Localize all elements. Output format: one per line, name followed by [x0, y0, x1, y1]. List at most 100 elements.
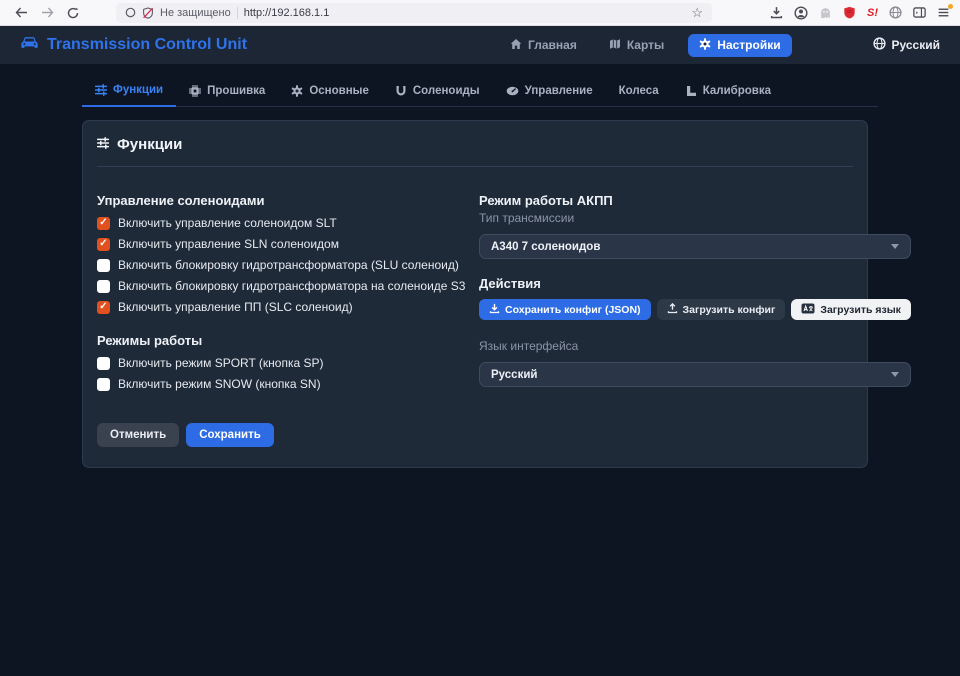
language-select[interactable]: Русский: [479, 362, 911, 387]
checkbox-label: Включить управление ПП (SLC соленоид): [118, 300, 353, 314]
checkbox-label: Включить режим SNOW (кнопка SN): [118, 377, 321, 391]
cancel-button[interactable]: Отменить: [97, 423, 179, 447]
checkbox-label: Включить режим SPORT (кнопка SP): [118, 356, 324, 370]
app-title: Transmission Control Unit: [47, 36, 247, 54]
reload-button[interactable]: [62, 3, 84, 23]
back-button[interactable]: [10, 3, 32, 23]
menu-button[interactable]: [937, 6, 950, 19]
load-config-label: Загрузить конфиг: [683, 304, 776, 316]
interface-language-label: Язык интерфейса: [479, 339, 911, 353]
ghost-extension-icon[interactable]: [819, 6, 832, 19]
language-icon: [801, 303, 815, 317]
magnet-icon: [395, 85, 407, 97]
settings-tab-label: Функции: [113, 84, 163, 96]
chevron-down-icon: [891, 372, 899, 377]
insecure-shield-icon[interactable]: [142, 7, 154, 19]
checkbox[interactable]: [97, 259, 110, 272]
load-language-label: Загрузить язык: [820, 304, 901, 316]
transmission-select[interactable]: A340 7 соленоидов: [479, 234, 911, 259]
upload-icon: [667, 303, 678, 317]
functions-card: Функции Управление соленоидами Включить …: [82, 120, 868, 468]
card-title: Функции: [117, 136, 182, 153]
checkbox[interactable]: [97, 280, 110, 293]
checkbox-row[interactable]: Включить блокировку гидротрансформатора …: [97, 279, 479, 293]
checkbox-label: Включить управление соленоидом SLT: [118, 216, 337, 230]
checkbox-row[interactable]: Включить блокировку гидротрансформатора …: [97, 258, 479, 272]
transmission-select-value: A340 7 соленоидов: [491, 241, 600, 253]
card-divider: [97, 166, 853, 167]
bookmark-star-icon[interactable]: ☆: [691, 6, 703, 19]
globe-icon: [873, 37, 886, 53]
settings-tab-label: Управление: [525, 85, 593, 97]
modes-group-title: Режимы работы: [97, 333, 479, 348]
checkbox[interactable]: [97, 357, 110, 370]
downloads-icon[interactable]: [770, 6, 783, 19]
account-icon[interactable]: [794, 6, 808, 20]
settings-tab[interactable]: Соленоиды: [382, 78, 493, 106]
app-brand[interactable]: Transmission Control Unit: [20, 36, 247, 55]
load-language-button[interactable]: Загрузить язык: [791, 299, 911, 320]
akpp-section-title: Режим работы АКПП: [479, 193, 911, 208]
checkbox-label: Включить блокировку гидротрансформатора …: [118, 279, 465, 293]
browser-toolbar: Не защищено http://192.168.1.1 ☆ S!: [0, 0, 960, 26]
settings-tab-label: Прошивка: [207, 85, 265, 97]
checkbox[interactable]: [97, 378, 110, 391]
gauge-icon: [506, 85, 519, 97]
checkbox-row[interactable]: Включить управление SLN соленоидом: [97, 237, 479, 251]
nav-item-label: Настройки: [717, 38, 780, 52]
checkbox-label: Включить блокировку гидротрансформатора …: [118, 258, 459, 272]
checkbox[interactable]: [97, 217, 110, 230]
checkbox-row[interactable]: Включить режим SPORT (кнопка SP): [97, 356, 479, 370]
forward-button[interactable]: [36, 3, 58, 23]
sliders-icon: [97, 136, 109, 153]
sliders-icon: [95, 84, 107, 96]
checkbox-row[interactable]: Включить режим SNOW (кнопка SN): [97, 377, 479, 391]
app-header: Transmission Control Unit Главная Карты …: [0, 26, 960, 64]
nav-item-label: Главная: [528, 38, 577, 52]
settings-tab[interactable]: Колеса: [606, 78, 672, 106]
s-extension-icon[interactable]: S!: [867, 7, 878, 19]
language-switcher[interactable]: Русский: [873, 37, 941, 53]
language-switcher-label: Русский: [892, 38, 941, 52]
home-icon: [510, 38, 522, 53]
checkbox-row[interactable]: Включить управление ПП (SLC соленоид): [97, 300, 479, 314]
url-bar[interactable]: Не защищено http://192.168.1.1 ☆: [116, 3, 712, 23]
chevron-down-icon: [891, 244, 899, 249]
nav-item[interactable]: Настройки: [688, 34, 791, 57]
save-config-label: Сохранить конфиг (JSON): [505, 304, 641, 316]
download-icon: [489, 303, 500, 317]
save-button[interactable]: Сохранить: [186, 423, 274, 447]
settings-tab[interactable]: Управление: [493, 78, 606, 106]
translate-globe-icon[interactable]: [889, 6, 902, 19]
solenoid-checkbox-group: Включить управление соленоидом SLT Включ…: [97, 216, 479, 314]
nav-item-label: Карты: [627, 38, 664, 52]
ruler-icon: [685, 85, 697, 97]
settings-tab[interactable]: Функции: [82, 78, 176, 107]
gear-icon: [291, 85, 303, 97]
adblock-shield-icon[interactable]: [843, 6, 856, 19]
gear-icon: [699, 38, 711, 53]
settings-tab[interactable]: Калибровка: [672, 78, 784, 106]
checkbox[interactable]: [97, 238, 110, 251]
url-text: http://192.168.1.1: [244, 7, 330, 19]
nav-item[interactable]: Главная: [502, 34, 585, 57]
settings-tab[interactable]: Основные: [278, 78, 382, 106]
card-title-row: Функции: [97, 136, 853, 153]
checkbox-label: Включить управление SLN соленоидом: [118, 237, 339, 251]
search-icon: [125, 7, 136, 18]
settings-tab-label: Соленоиды: [413, 85, 480, 97]
nav-item[interactable]: Карты: [601, 34, 672, 57]
car-icon: [20, 36, 39, 55]
checkbox-row[interactable]: Включить управление соленоидом SLT: [97, 216, 479, 230]
menu-notification-dot: [948, 4, 953, 9]
settings-tabbar: Функции Прошивка Основные Соленоиды Упра…: [82, 78, 878, 107]
settings-tab[interactable]: Прошивка: [176, 78, 278, 106]
language-select-value: Русский: [491, 369, 537, 381]
save-config-button[interactable]: Сохранить конфиг (JSON): [479, 299, 651, 320]
solenoid-group-title: Управление соленоидами: [97, 193, 479, 208]
checkbox[interactable]: [97, 301, 110, 314]
chip-icon: [189, 85, 201, 97]
load-config-button[interactable]: Загрузить конфиг: [657, 299, 786, 320]
sidebar-icon[interactable]: [913, 6, 926, 19]
settings-tab-label: Калибровка: [703, 85, 771, 97]
